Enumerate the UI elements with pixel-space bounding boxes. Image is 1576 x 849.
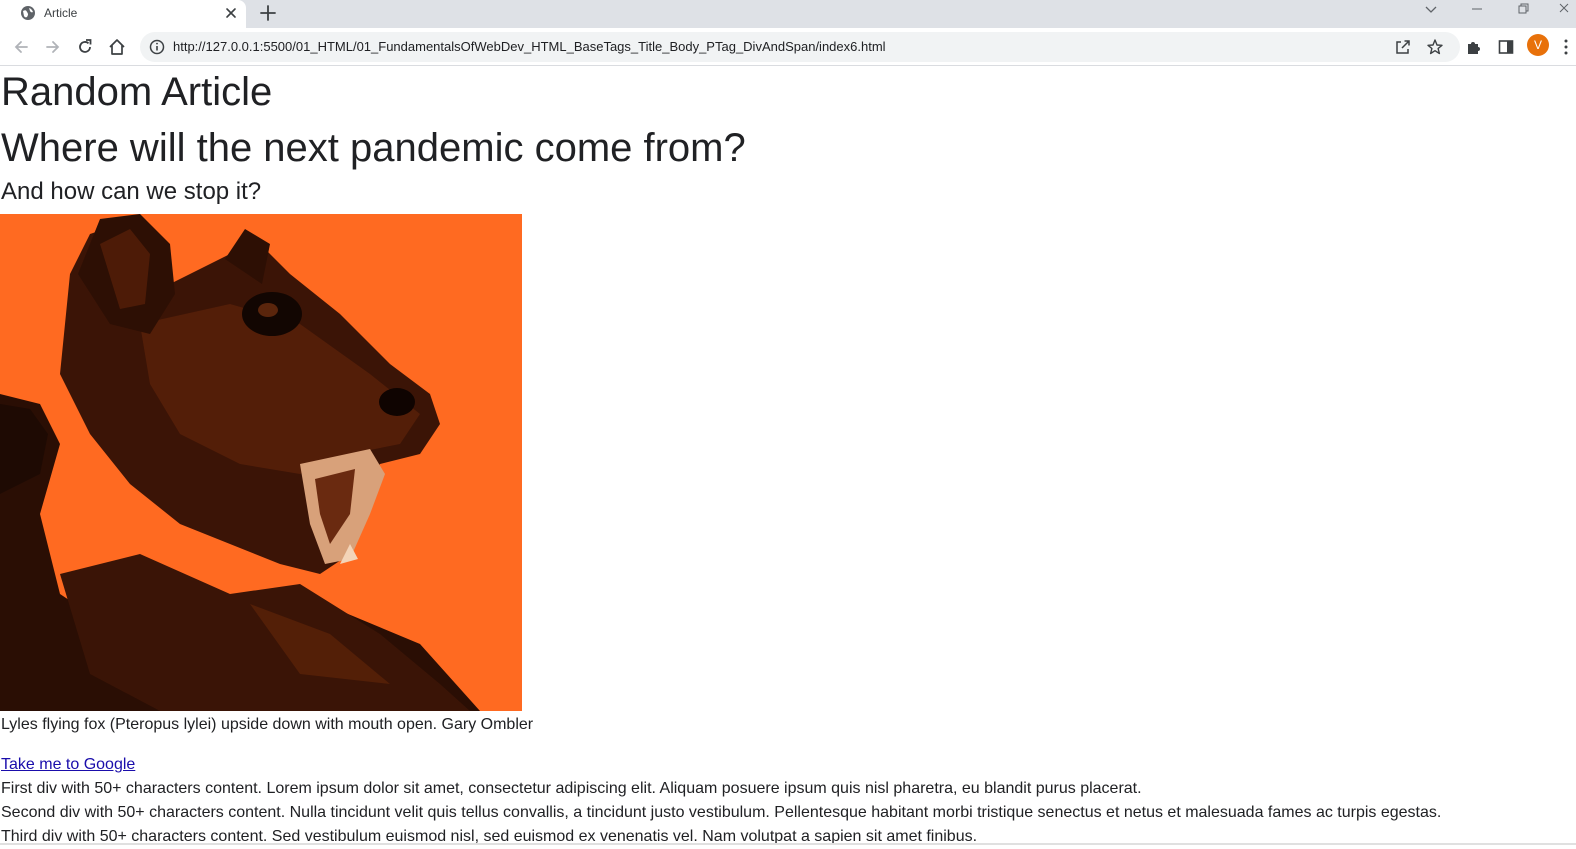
- extensions-icon[interactable]: [1464, 37, 1484, 57]
- bat-illustration: [0, 214, 522, 711]
- back-icon[interactable]: [11, 37, 31, 57]
- paragraph-div-1: First div with 50+ characters content. L…: [1, 780, 1142, 797]
- tab-search-icon[interactable]: [1416, 0, 1446, 20]
- article-subheadline: And how can we stop it?: [1, 178, 262, 205]
- share-icon[interactable]: [1393, 37, 1413, 57]
- restore-icon[interactable]: [1508, 0, 1538, 20]
- minimize-icon[interactable]: [1462, 0, 1492, 20]
- google-link[interactable]: Take me to Google: [1, 755, 135, 775]
- close-tab-icon[interactable]: [222, 4, 240, 22]
- tab-strip: Article: [0, 0, 1576, 28]
- bookmark-star-icon[interactable]: [1425, 37, 1445, 57]
- reload-icon[interactable]: [75, 37, 95, 57]
- site-info-icon[interactable]: [148, 38, 166, 56]
- bat-photo: [0, 214, 522, 711]
- profile-avatar[interactable]: V: [1527, 34, 1549, 56]
- new-tab-icon[interactable]: [258, 3, 278, 23]
- browser-toolbar: http://127.0.0.1:5500/01_HTML/01_Fundame…: [0, 28, 1576, 66]
- page-content: Random Article Where will the next pande…: [0, 66, 1576, 849]
- home-icon[interactable]: [107, 37, 127, 57]
- globe-icon: [21, 6, 35, 20]
- tab-title: Article: [44, 6, 78, 20]
- side-panel-icon[interactable]: [1496, 37, 1516, 57]
- close-window-icon[interactable]: [1550, 0, 1576, 20]
- site-title: Random Article: [1, 70, 273, 114]
- page-bottom-edge: [0, 843, 1576, 845]
- url-text[interactable]: http://127.0.0.1:5500/01_HTML/01_Fundame…: [173, 39, 886, 55]
- image-caption: Lyles flying fox (Pteropus lylei) upside…: [1, 716, 534, 733]
- menu-icon[interactable]: [1556, 37, 1576, 57]
- article-headline: Where will the next pandemic come from?: [1, 126, 746, 170]
- forward-icon[interactable]: [43, 37, 63, 57]
- address-bar[interactable]: http://127.0.0.1:5500/01_HTML/01_Fundame…: [140, 32, 1460, 62]
- paragraph-div-2: Second div with 50+ characters content. …: [1, 804, 1442, 821]
- browser-tab-article[interactable]: Article: [0, 0, 246, 28]
